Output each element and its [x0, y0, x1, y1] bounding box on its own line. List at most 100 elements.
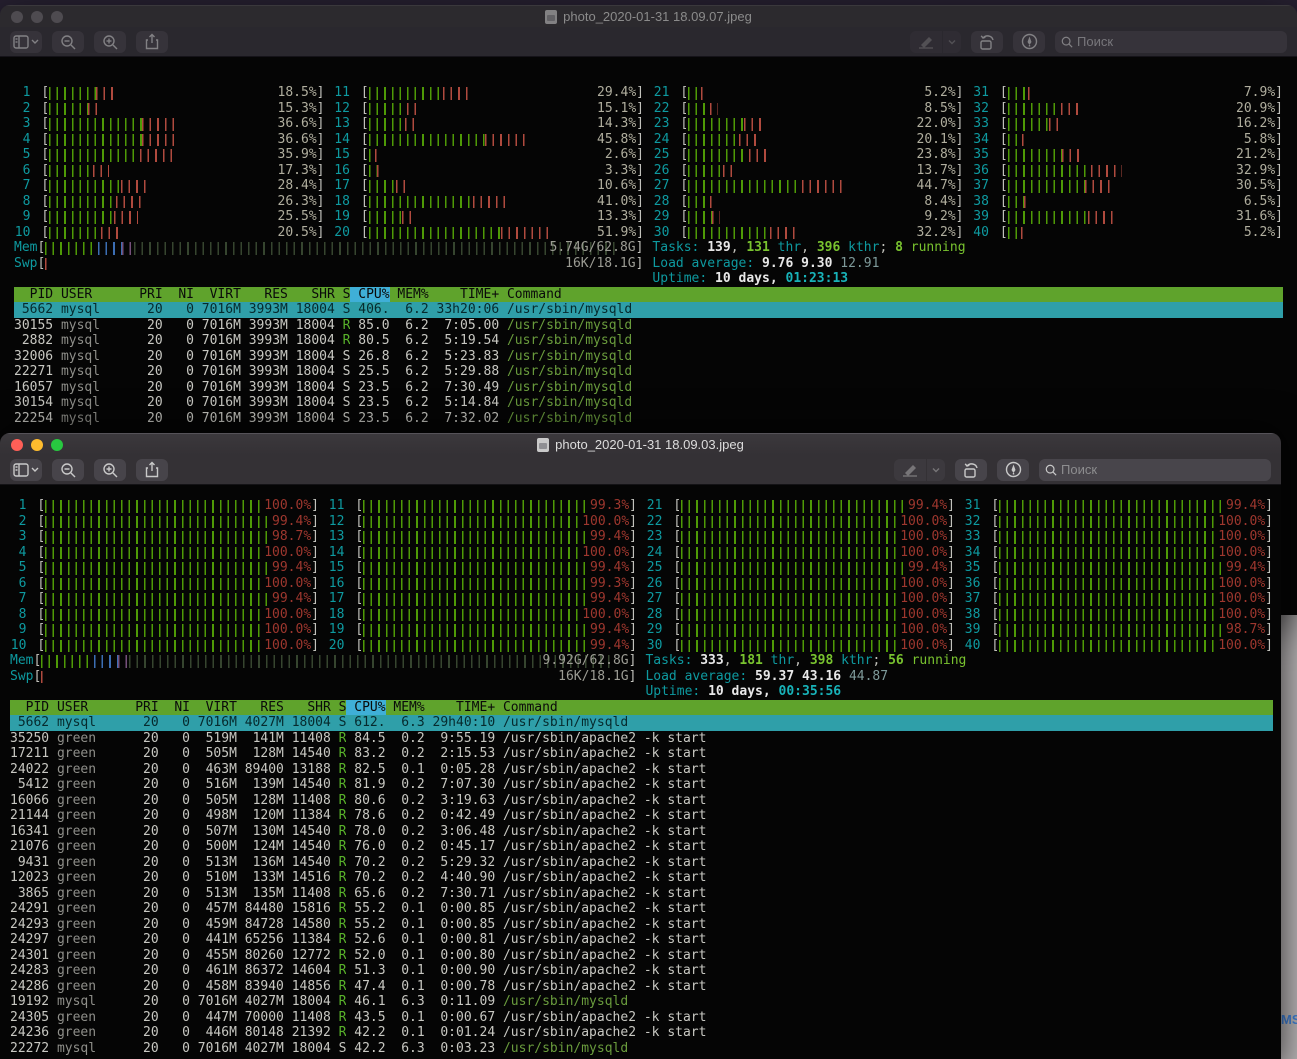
- cpu-meter: 39[98.7%]: [964, 622, 1273, 638]
- cell-shr: 21392: [284, 1025, 331, 1041]
- cell-s: S: [335, 411, 351, 427]
- titlebar[interactable]: photo_2020-01-31 18.09.07.jpeg: [0, 5, 1297, 27]
- info-segment: Uptime:: [652, 271, 715, 286]
- cpu-meter-bar: 35.9%: [49, 147, 316, 163]
- cpu-meter: 16[3.3%]: [334, 163, 645, 179]
- sidebar-view-button[interactable]: [10, 31, 42, 53]
- process-row: 24301green200455M8026012772R52.00.10:00.…: [10, 948, 1273, 964]
- fullscreen-button[interactable]: [51, 11, 63, 23]
- cell-pri: 20: [131, 411, 162, 427]
- meter-ticks: [1028, 87, 1035, 100]
- cpu-percent: 32.9%: [1236, 163, 1275, 179]
- highlight-pen-button[interactable]: [910, 31, 942, 53]
- meter-ticks: [49, 180, 121, 193]
- cell-pid: 24305: [10, 1010, 49, 1026]
- share-button[interactable]: [136, 31, 168, 53]
- highlight-pen-button[interactable]: [894, 459, 926, 481]
- cpu-percent: 23.8%: [917, 147, 956, 163]
- cell-res: 70000: [237, 1010, 284, 1026]
- cell-time: 5:14.84: [429, 395, 499, 411]
- markup-button[interactable]: [997, 459, 1029, 481]
- cell-pri: 20: [127, 824, 158, 840]
- cpu-number: 21: [653, 85, 669, 101]
- search-field[interactable]: [1055, 31, 1287, 53]
- zoom-in-button[interactable]: [94, 31, 126, 53]
- meter-ticks: [1008, 196, 1025, 209]
- cpu-meter: 11[99.3%]: [328, 498, 637, 514]
- cell-pid: 9431: [10, 855, 49, 871]
- close-button[interactable]: [11, 439, 23, 451]
- cpu-number: 21: [646, 498, 662, 514]
- share-button[interactable]: [136, 459, 168, 481]
- close-button[interactable]: [11, 11, 23, 23]
- preview-window-front[interactable]: photo_2020-01-31 18.09.03.jpeg: [0, 433, 1281, 1059]
- cpu-meter-row: 3[36.6%]13[14.3%]23[22.0%]33[16.2%]: [14, 116, 1283, 132]
- fullscreen-button[interactable]: [51, 439, 63, 451]
- cell-time: 0:03.23: [425, 1041, 495, 1057]
- cpu-percent: 20.5%: [278, 225, 317, 241]
- info-segment: Load average:: [652, 256, 762, 271]
- meter-ticks: [485, 134, 528, 147]
- process-row: 30154mysql2007016M3993M18004S23.56.25:14…: [14, 395, 1283, 411]
- cell-pid: 30154: [14, 395, 53, 411]
- highlight-pen-menu-button[interactable]: [927, 459, 945, 481]
- cpu-percent: 45.8%: [597, 132, 636, 148]
- meter-ticks: [118, 655, 130, 668]
- cell-shr: 14540: [284, 777, 331, 793]
- cpu-number: 34: [973, 132, 989, 148]
- rotate-left-button[interactable]: [955, 459, 987, 481]
- cpu-number: 27: [646, 591, 662, 607]
- meter-ticks: [688, 103, 710, 116]
- minimize-button[interactable]: [31, 439, 43, 451]
- highlight-pen-menu-button[interactable]: [943, 31, 961, 53]
- cell-virt: 461M: [190, 963, 237, 979]
- search-field[interactable]: [1039, 459, 1271, 481]
- cpu-number: 20: [328, 638, 344, 654]
- cpu-meter-row: 7[28.4%]17[10.6%]27[44.7%]37[30.5%]: [14, 178, 1283, 194]
- cpu-number: 32: [964, 514, 980, 530]
- minimize-button[interactable]: [31, 11, 43, 23]
- cell-pid: 21076: [10, 839, 49, 855]
- cell-pri: 20: [127, 963, 158, 979]
- cell-ni: 0: [159, 917, 190, 933]
- cell-mem: 0.2: [386, 886, 425, 902]
- zoom-in-button[interactable]: [94, 459, 126, 481]
- search-input[interactable]: [1061, 462, 1265, 477]
- cpu-number: 14: [334, 132, 350, 148]
- sidebar-view-button[interactable]: [10, 459, 42, 481]
- cell-cpu: 80.5: [350, 333, 389, 349]
- cell-cpu: 23.5: [350, 380, 389, 396]
- search-input[interactable]: [1077, 34, 1281, 49]
- cell-cmd: /usr/sbin/mysqld: [507, 411, 1283, 427]
- titlebar[interactable]: photo_2020-01-31 18.09.03.jpeg: [0, 433, 1281, 455]
- htop-output: 1[100.0%]11[99.3%]21[99.4%]31[99.4%]2[99…: [10, 498, 1273, 1056]
- info-segment: Tasks:: [652, 240, 707, 255]
- highlight-button-group: [910, 31, 961, 53]
- cell-ni: 0: [159, 777, 190, 793]
- cpu-number: 8: [14, 194, 30, 210]
- load-average-line: Load average: 59.37 43.16 44.87: [645, 669, 1273, 685]
- cell-shr: 15816: [284, 901, 331, 917]
- zoom-out-button[interactable]: [52, 459, 84, 481]
- cell-pid: 16057: [14, 380, 53, 396]
- cpu-percent: 100.0%: [898, 514, 947, 530]
- cpu-number: 37: [964, 591, 980, 607]
- cpu-meter: 20[99.4%]: [328, 638, 637, 654]
- meter-value: 5.74G/62.8G: [550, 240, 636, 256]
- cell-user: green: [57, 1025, 127, 1041]
- cpu-meter: 4[36.6%]: [14, 132, 325, 148]
- meter-ticks: [369, 227, 501, 240]
- cpu-meter: 30[100.0%]: [646, 638, 955, 654]
- meter-ticks: [96, 87, 113, 100]
- meter-ticks: [116, 196, 141, 209]
- cell-res: 3993M: [241, 302, 288, 318]
- cpu-meter-bar: 98.7%: [999, 622, 1265, 638]
- rotate-left-button[interactable]: [971, 31, 1003, 53]
- cpu-meter-bar: 22.0%: [688, 116, 955, 132]
- process-row: 21076green200500M124M14540R76.00.20:45.1…: [10, 839, 1273, 855]
- cpu-percent: 99.4%: [1224, 560, 1265, 576]
- markup-button[interactable]: [1013, 31, 1045, 53]
- zoom-out-button[interactable]: [52, 31, 84, 53]
- cell-mem: 0.1: [386, 1010, 425, 1026]
- cell-res: 83940: [237, 979, 284, 995]
